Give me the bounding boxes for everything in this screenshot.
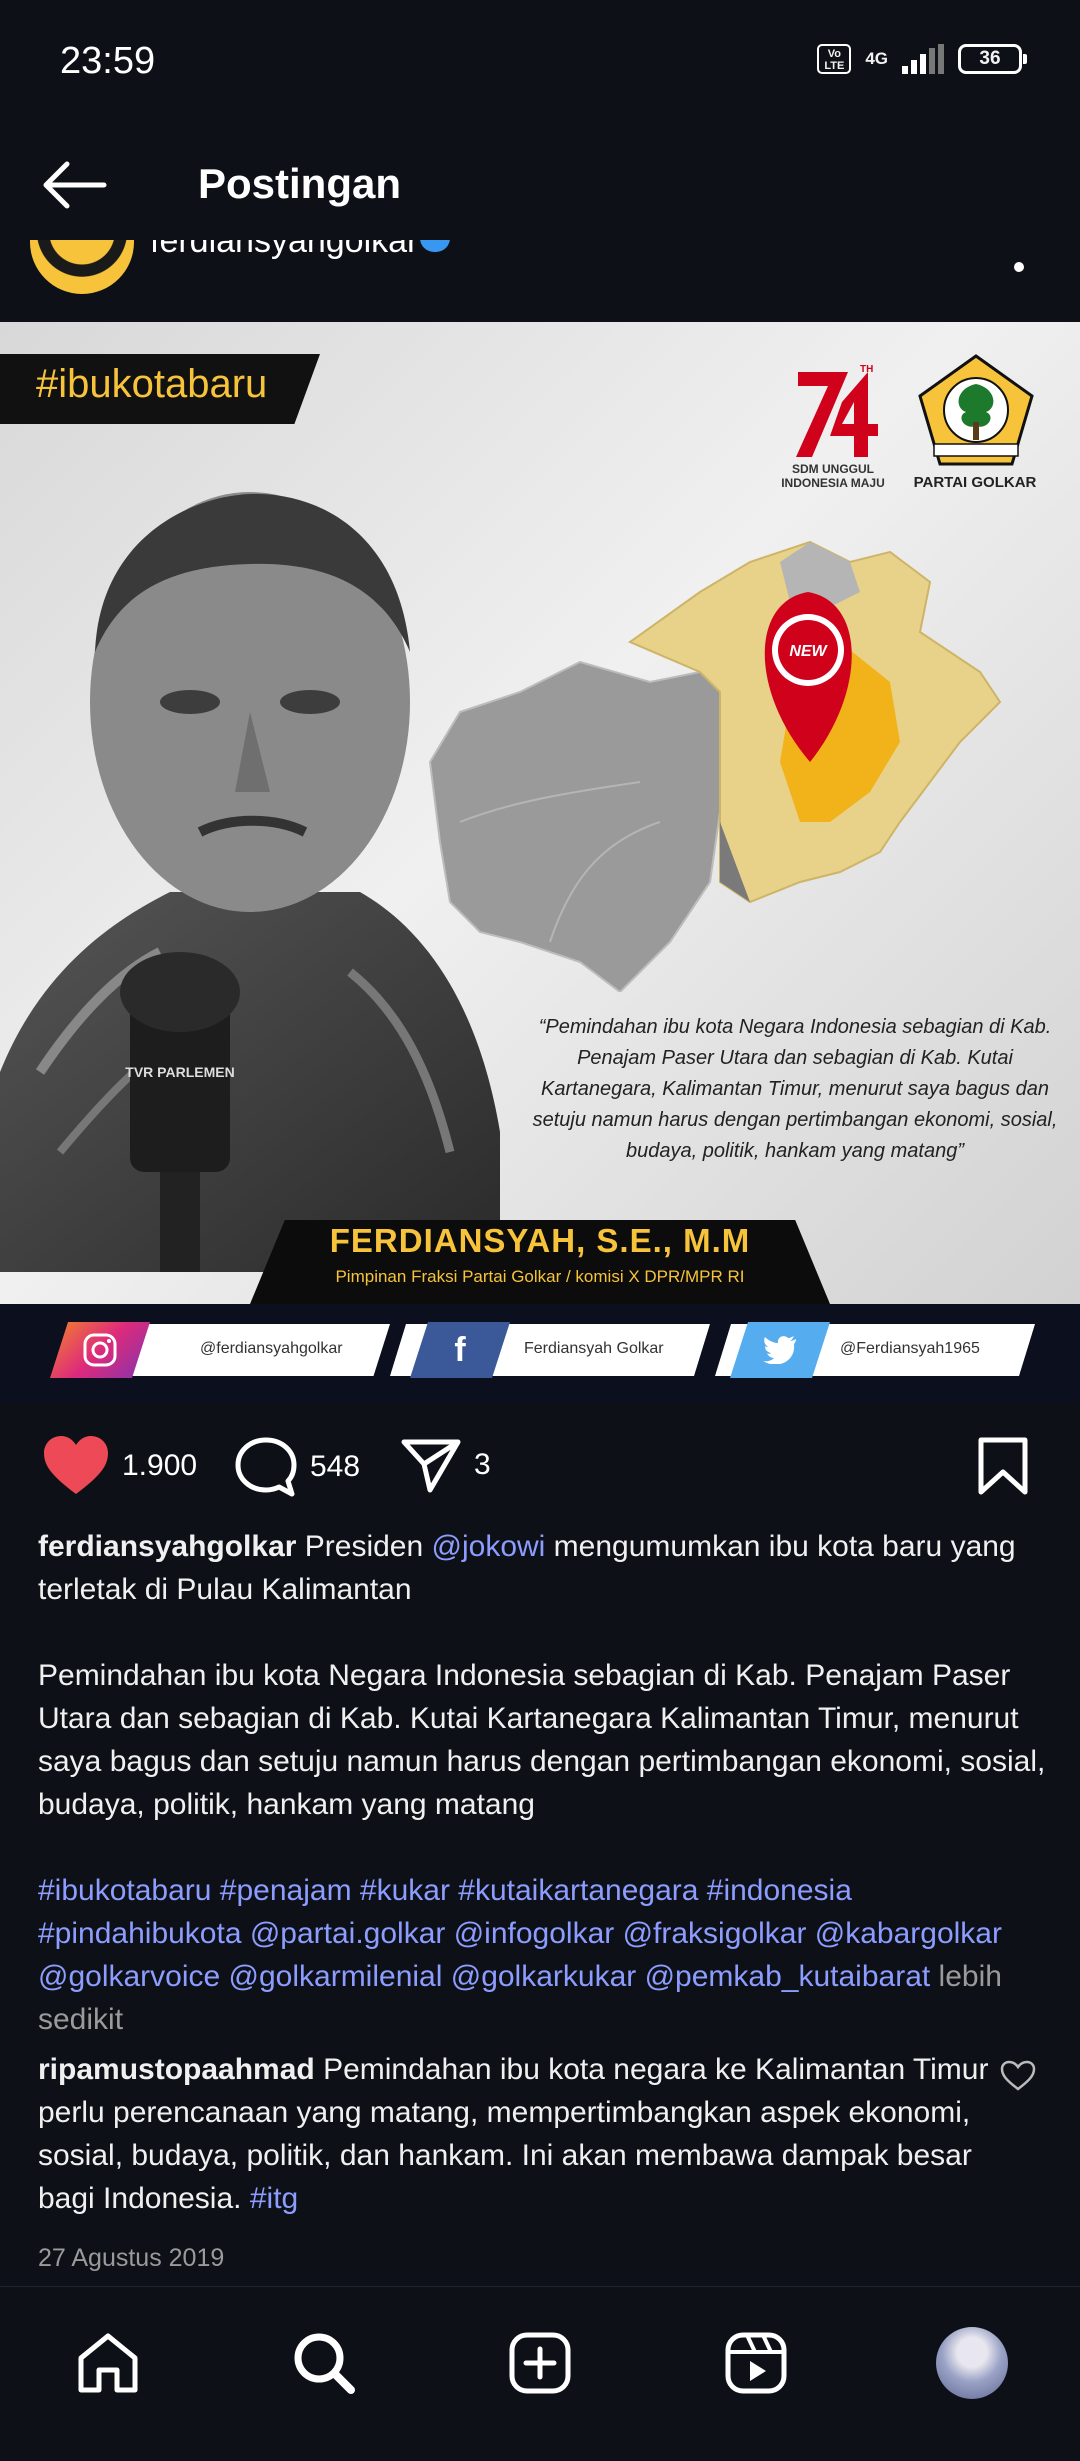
signal-icon xyxy=(902,44,944,74)
person-name: FERDIANSYAH, S.E., M.M xyxy=(329,1222,751,1259)
golkar-logo xyxy=(918,354,1034,466)
facebook-handle: Ferdiansyah Golkar xyxy=(524,1340,664,1357)
caption-text: Presiden xyxy=(296,1530,432,1563)
hashtag-links[interactable]: #ibukotabaru #penajam #kukar #kutaikarta… xyxy=(38,1874,1002,1993)
caption-tags: #ibukotabaru #penajam #kukar #kutaikarta… xyxy=(38,1869,1048,2041)
anniversary-tagline: SDM UNGGUL INDONESIA MAJU xyxy=(781,462,885,490)
anniversary-74-logo: TH xyxy=(796,364,878,457)
comment-username[interactable]: ripamustopaahmad xyxy=(38,2053,315,2086)
nav-search[interactable] xyxy=(284,2323,364,2403)
profile-avatar xyxy=(936,2327,1008,2399)
top-bar: Postingan xyxy=(0,130,1080,240)
mic-label: TVR PARLEMEN xyxy=(125,1064,234,1080)
post-header: ferdiansyahgolkar xyxy=(0,240,1080,320)
caption-paragraph-1: ferdiansyahgolkar Presiden @jokowi mengu… xyxy=(38,1525,1048,1611)
arrow-left-icon xyxy=(43,161,107,209)
verified-badge-icon xyxy=(420,240,450,252)
caption-username[interactable]: ferdiansyahgolkar xyxy=(38,1530,296,1563)
post-caption: ferdiansyahgolkar Presiden @jokowi mengu… xyxy=(38,1525,1048,2041)
create-icon xyxy=(509,2332,571,2394)
caption-paragraph-2: Pemindahan ibu kota Negara Indonesia seb… xyxy=(38,1659,1046,1821)
save-button[interactable] xyxy=(976,1436,1030,1496)
twitter-handle: @Ferdiansyah1965 xyxy=(840,1340,980,1357)
share-button[interactable]: 3 xyxy=(400,1436,491,1494)
share-count: 3 xyxy=(474,1448,491,1481)
nav-reels[interactable] xyxy=(716,2323,796,2403)
post-date: 27 Agustus 2019 xyxy=(38,2244,225,2272)
bottom-nav xyxy=(0,2286,1080,2461)
nav-profile[interactable] xyxy=(932,2323,1012,2403)
person-role: Pimpinan Fraksi Partai Golkar / komisi X… xyxy=(335,1267,745,1286)
battery-icon: 36 xyxy=(958,44,1027,74)
author-username[interactable]: ferdiansyahgolkar xyxy=(150,240,418,261)
back-button[interactable] xyxy=(40,160,110,210)
network-type: 4G xyxy=(865,49,888,68)
map-pin-label: NEW xyxy=(789,643,828,660)
send-icon xyxy=(401,1439,461,1493)
comment-icon xyxy=(235,1437,297,1497)
reels-icon xyxy=(725,2332,787,2394)
heart-outline-icon xyxy=(1000,2060,1036,2091)
party-name: PARTAI GOLKAR xyxy=(913,474,1037,491)
volte-icon: Vo LTE xyxy=(817,44,852,74)
status-bar: 23:59 Vo LTE 4G 36 xyxy=(0,0,1080,130)
like-button[interactable]: 1.900 xyxy=(42,1436,197,1496)
nav-home[interactable] xyxy=(68,2323,148,2403)
heart-icon xyxy=(44,1436,108,1494)
bookmark-icon xyxy=(978,1437,1028,1495)
image-hashtag: #ibukotabaru xyxy=(36,362,268,406)
post-image[interactable]: #ibukotabaru TH SDM UNGGUL INDONESIA MAJ… xyxy=(0,322,1080,1402)
nav-create[interactable] xyxy=(500,2323,580,2403)
comment-item: ripamustopaahmad Pemindahan ibu kota neg… xyxy=(38,2048,998,2220)
author-avatar[interactable] xyxy=(30,240,134,294)
comment-like-button[interactable] xyxy=(1000,2060,1036,2092)
kalimantan-map: NEW xyxy=(428,540,1002,992)
like-count: 1.900 xyxy=(122,1449,198,1482)
instagram-handle: @ferdiansyahgolkar xyxy=(200,1340,343,1357)
clock: 23:59 xyxy=(60,40,156,82)
search-icon xyxy=(294,2333,355,2394)
mention-link[interactable]: @jokowi xyxy=(432,1530,546,1563)
system-icons: Vo LTE 4G 36 xyxy=(817,44,1027,74)
image-quote: “Pemindahan ibu kota Negara Indonesia se… xyxy=(532,1016,1058,1162)
comment-button[interactable]: 548 xyxy=(234,1436,360,1498)
page-title: Postingan xyxy=(198,160,402,207)
more-options-icon[interactable] xyxy=(1014,262,1024,272)
comment-count: 548 xyxy=(310,1450,361,1483)
home-icon xyxy=(78,2333,138,2393)
svg-text:TH: TH xyxy=(860,364,873,375)
comment-hashtag[interactable]: #itg xyxy=(250,2182,298,2215)
post-actions: 1.900 548 3 xyxy=(0,1402,1080,1532)
